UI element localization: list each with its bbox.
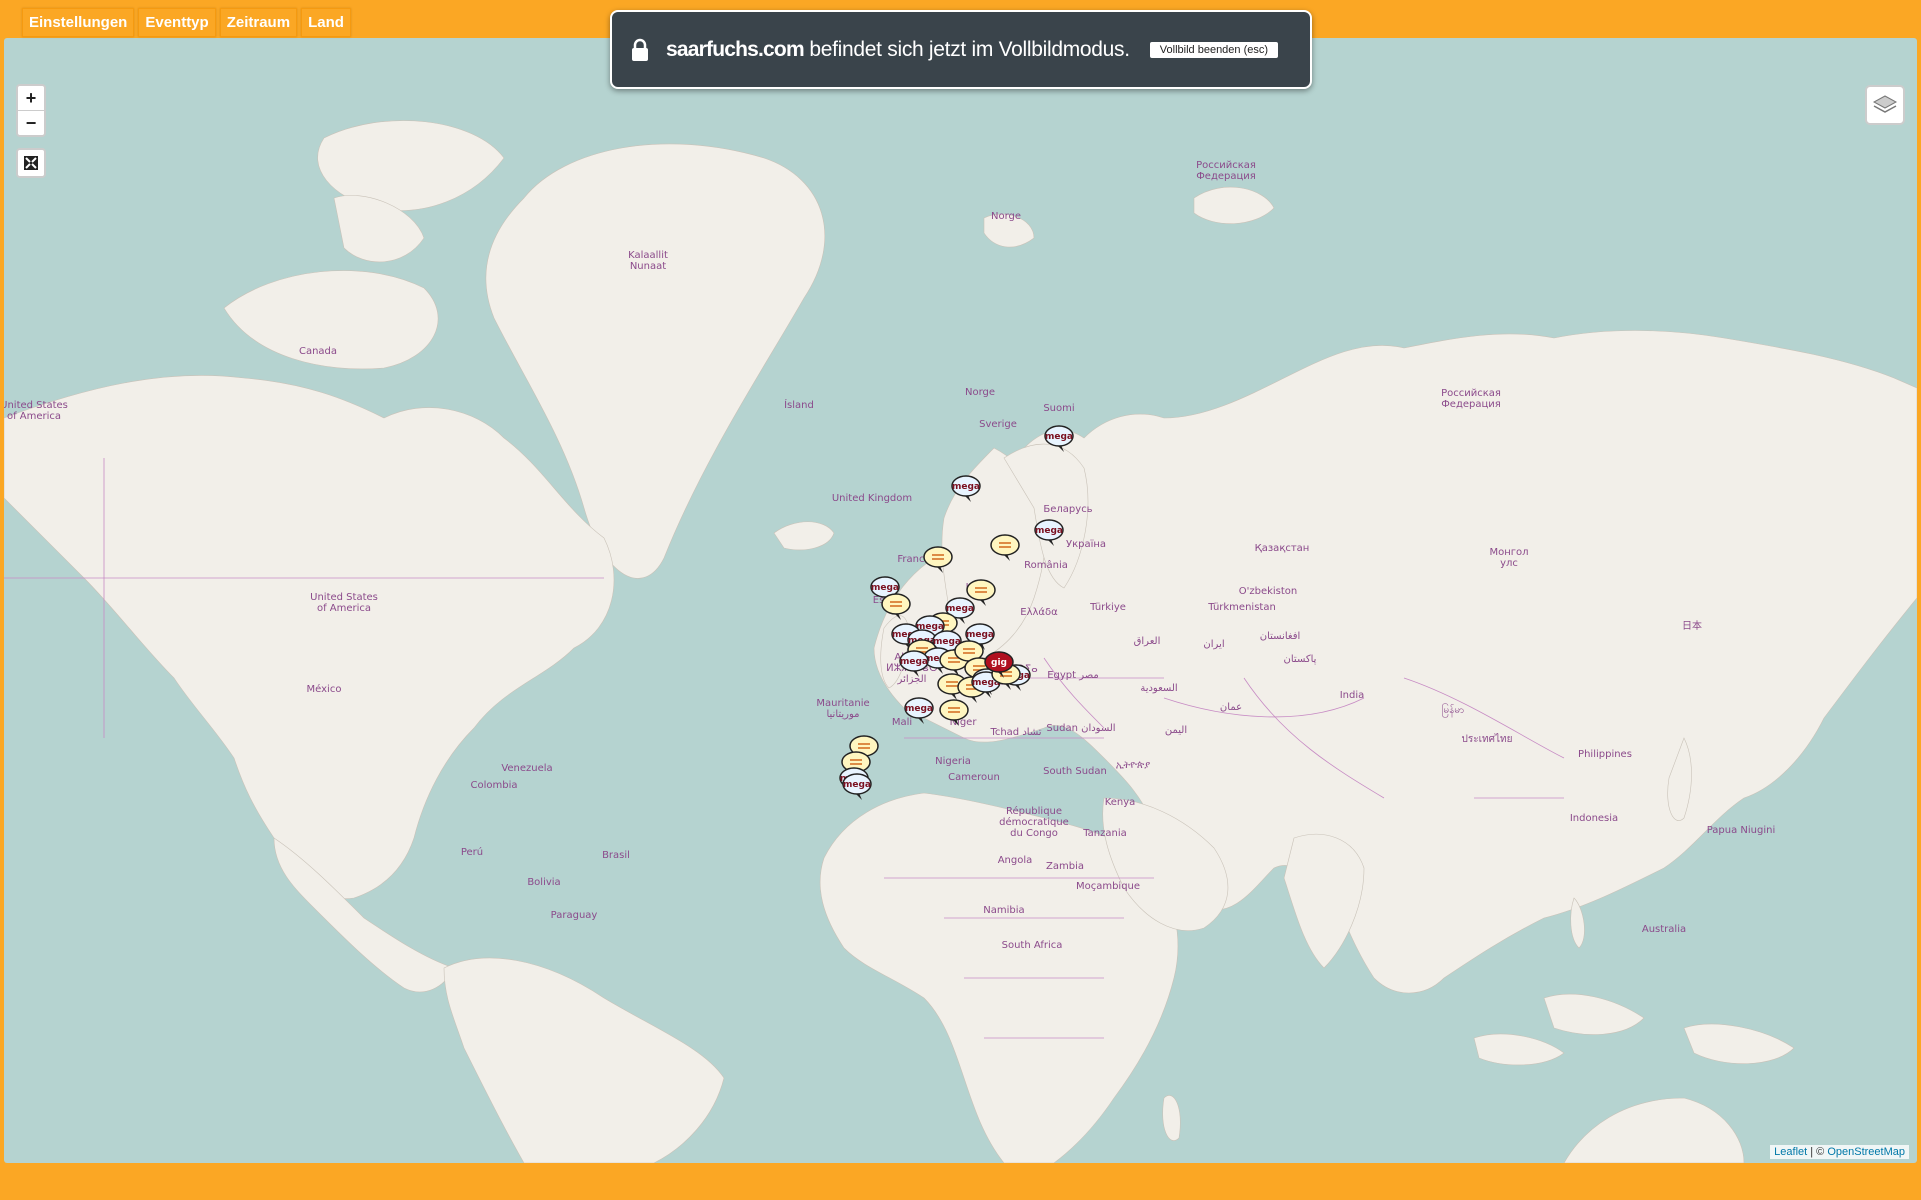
map-label: Mali xyxy=(892,717,912,728)
map-label: Nigeria xyxy=(935,756,971,767)
map-label: Canada xyxy=(299,346,337,357)
map-label: United Kingdom xyxy=(832,493,912,504)
zoom-in-button[interactable]: + xyxy=(18,86,44,110)
map-label: العراق xyxy=(1134,636,1161,647)
map-label: United States of America xyxy=(310,592,378,614)
map-label: Suomi xyxy=(1043,403,1074,414)
marker-label: mega xyxy=(843,780,871,790)
lock-icon xyxy=(632,38,648,61)
attribution-separator: | © xyxy=(1810,1146,1825,1158)
map-label: O'zbekiston xyxy=(1239,586,1298,597)
map-label: Tchad تشاد xyxy=(989,727,1041,738)
map-label: Philippines xyxy=(1578,749,1632,760)
map-label: Namibia xyxy=(983,905,1024,916)
fullscreen-button[interactable] xyxy=(16,148,46,178)
world-map-base: Kalaallit Nunaat Российская Федерация Norge C… xyxy=(4,120,1917,1163)
map-label: Türkmenistan xyxy=(1207,602,1276,613)
map-label: عمان xyxy=(1220,702,1242,713)
leaflet-link[interactable]: Leaflet xyxy=(1774,1146,1807,1158)
layers-icon xyxy=(1872,95,1898,113)
map-label: Ísland xyxy=(784,398,814,411)
map-label: Brasil xyxy=(602,850,630,861)
map-label: România xyxy=(1024,559,1068,571)
map-label: Moçambique xyxy=(1076,881,1140,892)
marker-label: mega xyxy=(905,704,933,714)
osm-link[interactable]: OpenStreetMap xyxy=(1827,1146,1905,1158)
marker-label: mega xyxy=(871,583,899,593)
map-label: ประเทศไทย xyxy=(1462,733,1513,745)
marker-label: mega xyxy=(952,482,980,492)
map-label: Российская Федерация xyxy=(1441,388,1501,410)
map-label: Zambia xyxy=(1046,861,1084,872)
marker-label: mega xyxy=(900,657,928,667)
map-label: Cameroun xyxy=(948,772,1000,783)
map-label: Беларусь xyxy=(1043,504,1092,515)
map-label: ኢትዮጵያ xyxy=(1116,760,1150,771)
marker-label: mega xyxy=(946,604,974,614)
map-label: Egypt مصر xyxy=(1047,670,1099,681)
menu-bar: Einstellungen Eventtyp Zeitraum Land xyxy=(22,8,351,37)
map-label: Norge xyxy=(991,211,1021,222)
marker-label: mega xyxy=(1035,526,1063,536)
exit-fullscreen-button[interactable]: Vollbild beenden (esc) xyxy=(1149,41,1279,58)
map-label: Perú xyxy=(461,846,483,858)
map-label: Paraguay xyxy=(551,910,598,921)
marker-label: gig xyxy=(991,658,1007,668)
zoom-control: + − xyxy=(16,84,46,137)
zoom-out-button[interactable]: − xyxy=(18,110,44,135)
menu-land[interactable]: Land xyxy=(301,8,351,37)
map-label: South Sudan xyxy=(1043,766,1107,777)
map-label: Україна xyxy=(1066,539,1106,550)
map-label: پاکستان xyxy=(1284,654,1317,665)
map-label: မြန်မာ xyxy=(1442,702,1464,718)
map-label: Tanzania xyxy=(1082,828,1127,839)
map-label: Российская Федерация xyxy=(1196,160,1256,182)
map-label: Papua Niugini xyxy=(1707,825,1776,836)
map-label: Kenya xyxy=(1105,797,1136,808)
map-attribution: Leaflet | © OpenStreetMap xyxy=(1770,1145,1909,1159)
map-label: Indonesia xyxy=(1570,813,1618,824)
layers-button[interactable] xyxy=(1865,85,1905,125)
map-label: اليمن xyxy=(1165,725,1187,736)
map-label: Colombia xyxy=(471,780,518,791)
fullscreen-domain: saarfuchs.com xyxy=(666,37,805,61)
menu-einstellungen[interactable]: Einstellungen xyxy=(22,8,135,37)
map[interactable]: Kalaallit Nunaat Российская Федерация Norge C… xyxy=(4,38,1917,1163)
fullscreen-text: befindet sich jetzt im Vollbildmodus. xyxy=(809,37,1130,61)
map-label: Ελλάδα xyxy=(1020,606,1058,618)
map-label: México xyxy=(307,683,342,695)
fullscreen-icon xyxy=(24,156,38,170)
map-label: Kalaallit Nunaat xyxy=(628,250,668,272)
map-label: Norge xyxy=(965,387,995,398)
fullscreen-notice: saarfuchs.com befindet sich jetzt im Vol… xyxy=(610,10,1312,89)
map-label: United States of America xyxy=(4,400,68,422)
map-label: South Africa xyxy=(1002,940,1063,951)
map-label: Angola xyxy=(998,855,1033,866)
map-label: 日本 xyxy=(1682,619,1702,632)
map-label: السعودية xyxy=(1140,683,1177,694)
menu-zeitraum[interactable]: Zeitraum xyxy=(219,8,298,37)
map-label: Sverige xyxy=(979,419,1017,430)
map-label: Türkiye xyxy=(1089,602,1126,613)
menu-eventtyp[interactable]: Eventtyp xyxy=(138,8,216,37)
map-label: Australia xyxy=(1642,924,1686,935)
mega-event-marker[interactable]: mega xyxy=(842,773,872,800)
marker-label: mega xyxy=(1045,432,1073,442)
map-label: ایران xyxy=(1203,639,1224,650)
fullscreen-message: saarfuchs.com befindet sich jetzt im Vol… xyxy=(666,38,1130,62)
marker-label: mega xyxy=(966,630,994,640)
map-label: Bolivia xyxy=(527,877,560,888)
map-label: Sudan السودان xyxy=(1046,723,1115,734)
map-label: India xyxy=(1340,690,1365,701)
map-label: Mauritanie موريتانيا xyxy=(816,698,869,720)
map-label: Venezuela xyxy=(501,763,552,774)
map-label: افغانستان xyxy=(1260,631,1301,642)
map-label: Қазақстан xyxy=(1255,543,1310,554)
